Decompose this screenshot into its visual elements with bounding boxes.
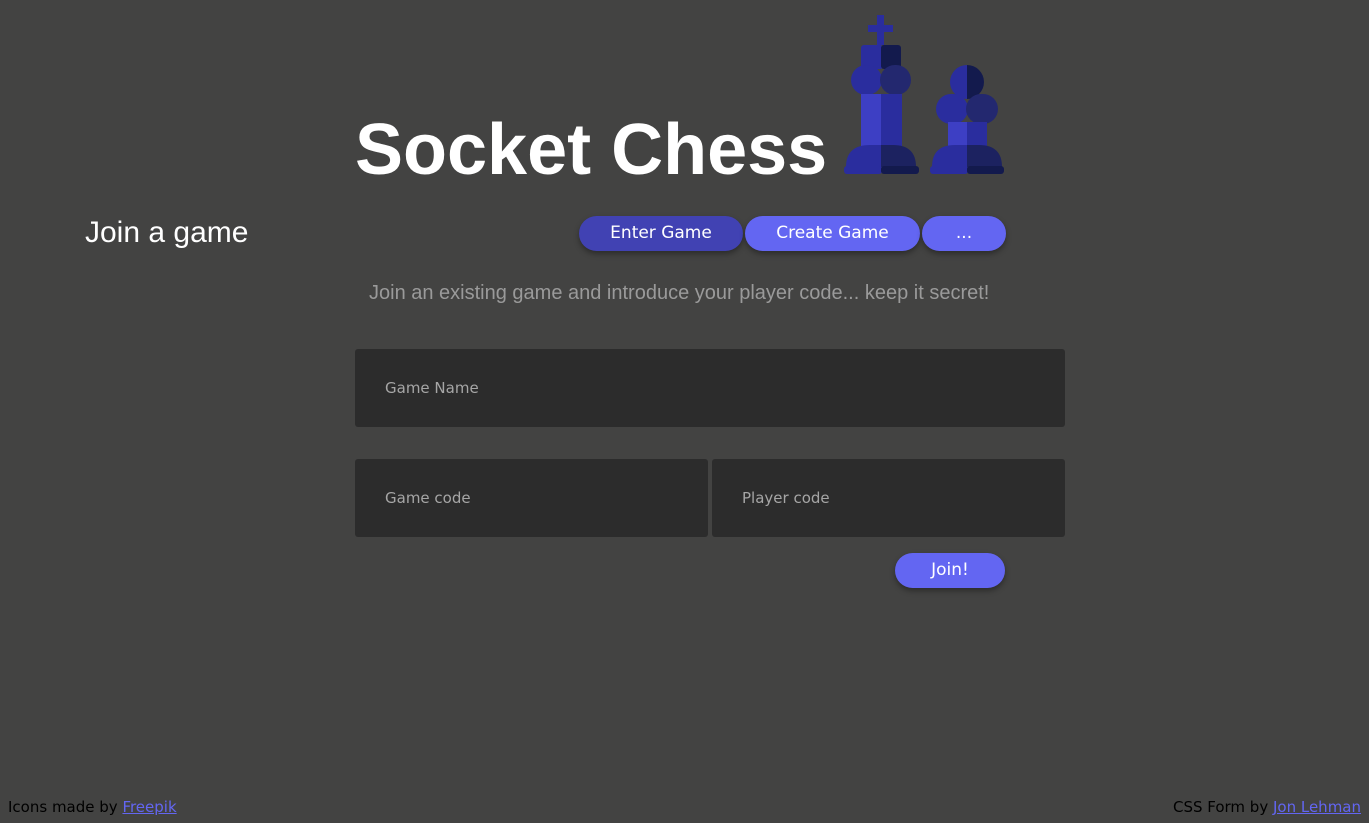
section-description: Join an existing game and introduce your… xyxy=(369,282,990,304)
game-name-input[interactable] xyxy=(355,349,1065,427)
freepik-link[interactable]: Freepik xyxy=(122,798,176,816)
game-code-input[interactable] xyxy=(355,459,708,537)
footer-css-credit: CSS Form by Jon Lehman xyxy=(1173,797,1361,817)
page: Socket Chess Join a game Enter Game Crea… xyxy=(0,0,1369,823)
section-heading: Join a game xyxy=(85,216,249,249)
tab-create-game[interactable]: Create Game xyxy=(745,216,920,251)
tab-enter-game[interactable]: Enter Game xyxy=(579,216,743,251)
chess-pawn-icon xyxy=(930,65,1004,174)
join-button[interactable]: Join! xyxy=(895,553,1005,588)
chess-king-icon xyxy=(844,15,919,174)
chess-pieces-logo xyxy=(844,15,1004,174)
footer-css-credit-text: CSS Form by xyxy=(1172,798,1273,816)
footer-icons-credit-text: Icons made by xyxy=(8,798,123,816)
footer-icons-credit: Icons made by Freepik xyxy=(8,797,177,817)
jon-lehman-link[interactable]: Jon Lehman xyxy=(1273,798,1361,816)
tab-more[interactable]: ... xyxy=(922,216,1006,251)
player-code-input[interactable] xyxy=(712,459,1065,537)
page-title: Socket Chess xyxy=(355,110,828,190)
game-mode-tabs: Enter Game Create Game ... xyxy=(579,216,1006,251)
